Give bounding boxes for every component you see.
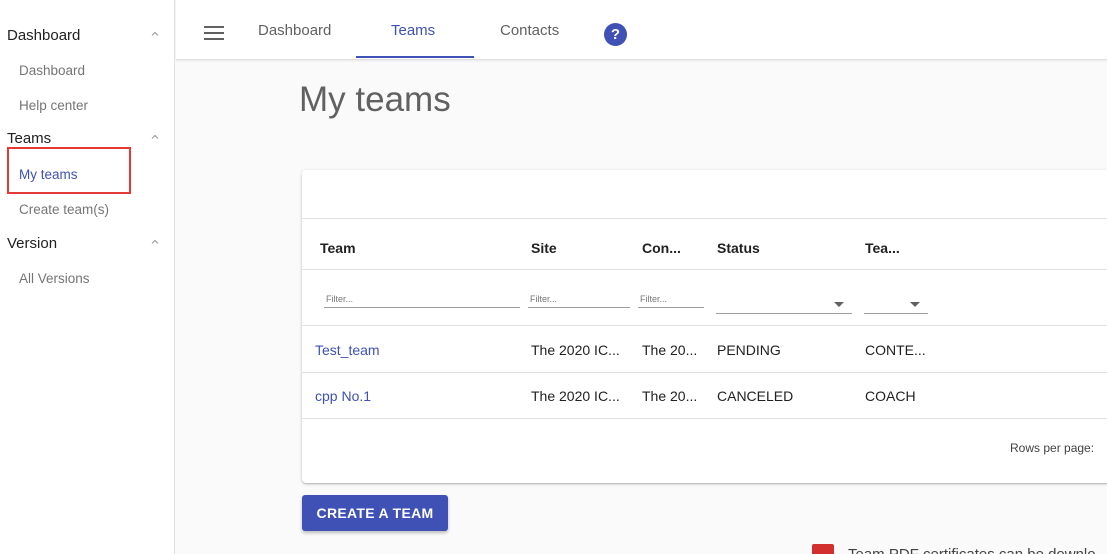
sidebar-section-label: Dashboard — [7, 26, 81, 44]
team-name-link[interactable]: cpp No.1 — [315, 388, 371, 404]
table-cell-site: The 2020 IC... — [531, 342, 620, 358]
divider — [302, 218, 1107, 219]
divider — [302, 418, 1107, 419]
column-header-contest[interactable]: Con... — [642, 240, 681, 256]
contest-filter-input[interactable] — [638, 290, 704, 308]
chevron-up-icon — [151, 134, 159, 139]
sidebar-section-dashboard[interactable]: Dashboard — [0, 21, 175, 49]
tab-dashboard[interactable]: Dashboard — [258, 22, 331, 39]
divider — [302, 325, 1107, 326]
tab-teams[interactable]: Teams — [391, 22, 435, 39]
table-cell-contest: The 20... — [642, 342, 698, 358]
rows-per-page-label: Rows per page: — [1010, 441, 1095, 455]
sidebar-section-label: Version — [7, 234, 58, 252]
sidebar-item-all-versions[interactable]: All Versions — [0, 265, 175, 291]
divider — [302, 372, 1107, 373]
chevron-down-icon — [910, 302, 920, 307]
column-header-site[interactable]: Site — [531, 240, 557, 256]
table-cell-team-role: CONTE... — [865, 342, 926, 358]
teams-table-card: Team Site Con... Status Tea... Test_team… — [302, 170, 1107, 483]
menu-icon[interactable] — [204, 26, 224, 40]
table-cell-team-role: COACH — [865, 388, 916, 404]
chevron-down-icon — [834, 302, 844, 307]
top-nav: Dashboard Teams Contacts ? — [176, 0, 1107, 60]
team-filter-input[interactable] — [324, 290, 520, 308]
tab-contacts[interactable]: Contacts — [500, 22, 559, 39]
create-team-button[interactable]: CREATE A TEAM — [302, 495, 448, 531]
table-cell-status: CANCELED — [717, 388, 794, 404]
chevron-up-icon — [151, 239, 159, 244]
divider — [302, 269, 1107, 270]
highlight-annotation — [7, 147, 131, 194]
column-header-team[interactable]: Team — [320, 240, 356, 256]
site-filter-input[interactable] — [528, 290, 630, 308]
pdf-icon — [812, 544, 834, 554]
status-filter-select[interactable] — [716, 292, 852, 314]
sidebar-item-help-center[interactable]: Help center — [0, 92, 175, 118]
team-name-link[interactable]: Test_team — [315, 342, 380, 358]
team-role-filter-select[interactable] — [864, 292, 928, 314]
pdf-certificate-note: Team PDF certificates can be downlo — [848, 546, 1096, 554]
column-header-team-role[interactable]: Tea... — [865, 240, 900, 256]
table-cell-site: The 2020 IC... — [531, 388, 620, 404]
sidebar-section-version[interactable]: Version — [0, 229, 175, 257]
sidebar-item-dashboard[interactable]: Dashboard — [0, 57, 175, 83]
chevron-up-icon — [151, 31, 159, 36]
table-cell-contest: The 20... — [642, 388, 698, 404]
page-title: My teams — [299, 80, 451, 119]
sidebar-item-create-teams[interactable]: Create team(s) — [0, 196, 175, 222]
sidebar-section-label: Teams — [7, 129, 52, 147]
active-tab-indicator — [356, 56, 474, 58]
column-header-status[interactable]: Status — [717, 240, 760, 256]
help-icon[interactable]: ? — [604, 23, 627, 46]
sidebar: Dashboard Dashboard Help center Teams My… — [0, 0, 175, 554]
table-cell-status: PENDING — [717, 342, 781, 358]
